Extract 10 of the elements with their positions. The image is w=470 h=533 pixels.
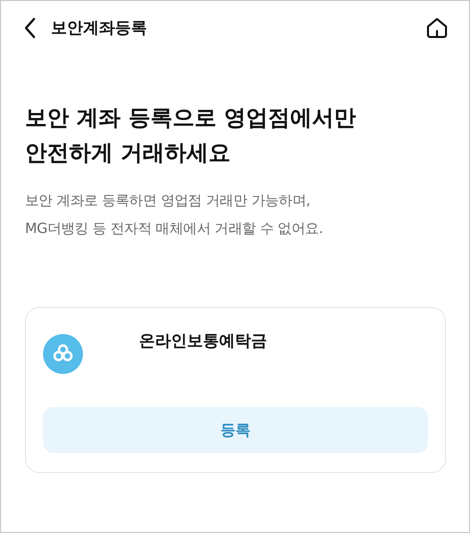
headline-text: 보안 계좌 등록으로 영업점에서만 (25, 105, 357, 133)
account-name: 온라인보통예탁금 (139, 331, 267, 352)
clover-icon (43, 334, 83, 374)
home-button[interactable] (425, 16, 449, 40)
description-text: 보안 계좌로 등록하면 영업점 거래만 가능하며, (25, 192, 312, 211)
screen-title: 보안계좌등록 (51, 18, 147, 38)
description-text: MG더뱅킹 등 전자적 매체에서 거래할 수 없어요. (25, 220, 324, 239)
headline-text: 안전하게 거래하세요 (25, 140, 232, 168)
register-button[interactable]: 등록 (43, 407, 428, 453)
back-button[interactable] (23, 17, 37, 39)
